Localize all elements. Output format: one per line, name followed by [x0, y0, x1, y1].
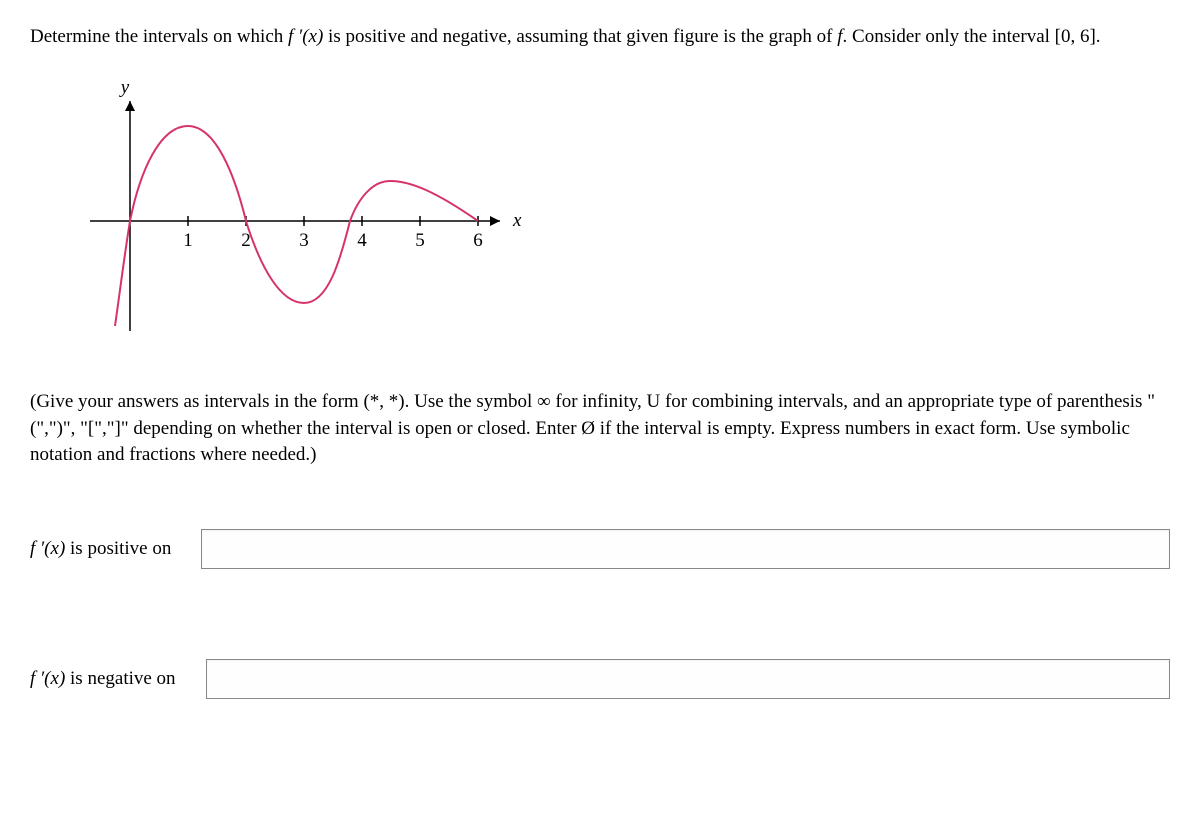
tick-label-1: 1: [183, 230, 193, 251]
question-fprime: f ′(x): [288, 26, 323, 47]
instructions: (Give your answers as intervals in the f…: [30, 389, 1170, 469]
positive-label: f ′(x) is positive on: [30, 536, 171, 563]
answer-row-positive: f ′(x) is positive on: [30, 529, 1170, 569]
question-prefix: Determine the intervals on which: [30, 26, 288, 47]
tick-label-3: 3: [299, 230, 309, 251]
answer-row-negative: f ′(x) is negative on: [30, 659, 1170, 699]
negative-label-suffix: is negative on: [65, 668, 175, 689]
graph: 1 2 3 4 5 6 x y: [90, 81, 1170, 350]
question-mid1: is positive and negative, assuming that …: [323, 26, 837, 47]
positive-label-suffix: is positive on: [65, 538, 171, 559]
curve-f: [115, 126, 478, 326]
negative-label: f ′(x) is negative on: [30, 666, 176, 693]
positive-input[interactable]: [201, 529, 1170, 569]
question-suffix: . Consider only the interval [0, 6].: [843, 26, 1101, 47]
negative-input[interactable]: [206, 659, 1170, 699]
tick-label-5: 5: [415, 230, 425, 251]
graph-svg: 1 2 3 4 5 6 x y: [90, 81, 530, 341]
tick-label-4: 4: [357, 230, 367, 251]
positive-label-prefix: f ′(x): [30, 538, 65, 559]
question-text: Determine the intervals on which f ′(x) …: [30, 24, 1170, 51]
tick-label-6: 6: [473, 230, 483, 251]
negative-label-prefix: f ′(x): [30, 668, 65, 689]
x-axis-arrow: [490, 216, 500, 226]
x-axis-label: x: [512, 210, 522, 231]
y-axis-label: y: [119, 81, 130, 98]
instructions-text: (Give your answers as intervals in the f…: [30, 391, 1155, 465]
y-axis-arrow: [125, 101, 135, 111]
